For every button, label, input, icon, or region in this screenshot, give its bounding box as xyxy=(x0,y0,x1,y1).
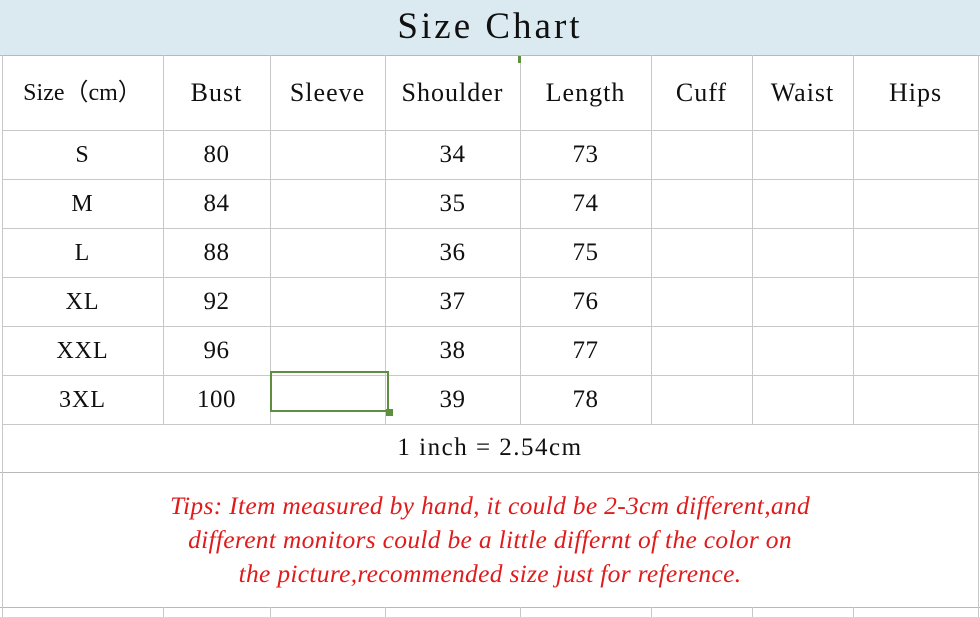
table-row[interactable] xyxy=(651,179,752,228)
tips-line-1: Tips: Item measured by hand, it could be… xyxy=(169,490,811,520)
table-row[interactable]: 74 xyxy=(520,179,651,228)
table-row[interactable]: 78 xyxy=(520,375,651,424)
table-row[interactable] xyxy=(651,375,752,424)
table-row[interactable] xyxy=(651,326,752,375)
table-row[interactable]: 3XL xyxy=(2,375,163,424)
table-row[interactable] xyxy=(270,228,385,277)
table-row[interactable] xyxy=(853,277,978,326)
column-header-bust[interactable]: Bust xyxy=(163,55,270,130)
cell-selection-outline[interactable] xyxy=(270,371,389,412)
table-row[interactable] xyxy=(752,326,853,375)
gridline-v-trailing-4 xyxy=(520,607,521,617)
page-title: Size Chart xyxy=(397,5,583,47)
table-row[interactable]: 37 xyxy=(385,277,520,326)
table-row[interactable] xyxy=(752,179,853,228)
tips-line-3: the picture,recommended size just for re… xyxy=(238,558,742,588)
table-row[interactable]: 75 xyxy=(520,228,651,277)
table-row[interactable] xyxy=(270,277,385,326)
gridline-v-trailing-3 xyxy=(385,607,386,617)
column-header-sleeve[interactable]: Sleeve xyxy=(270,55,385,130)
selection-marker-tick xyxy=(518,56,521,63)
gridline-v-trailing-2 xyxy=(270,607,271,617)
gridline-v-tips-right xyxy=(978,472,979,607)
table-row[interactable] xyxy=(853,228,978,277)
column-header-shoulder[interactable]: Shoulder xyxy=(385,55,520,130)
table-row[interactable]: 88 xyxy=(163,228,270,277)
table-row[interactable] xyxy=(752,130,853,179)
column-header-waist[interactable]: Waist xyxy=(752,55,853,130)
table-row[interactable] xyxy=(853,375,978,424)
table-row[interactable]: 84 xyxy=(163,179,270,228)
tips-line-2: different monitors could be a little dif… xyxy=(188,524,792,554)
table-row[interactable] xyxy=(853,130,978,179)
table-row[interactable]: S xyxy=(2,130,163,179)
conversion-note: 1 inch = 2.54cm xyxy=(397,434,583,461)
table-row[interactable] xyxy=(270,130,385,179)
table-row[interactable] xyxy=(853,179,978,228)
table-row[interactable]: 92 xyxy=(163,277,270,326)
gridline-v-trailing-6 xyxy=(752,607,753,617)
gridline-v-8 xyxy=(978,55,979,424)
table-row[interactable] xyxy=(752,375,853,424)
table-row[interactable] xyxy=(853,326,978,375)
gridline-h-tips-bottom xyxy=(0,607,980,608)
table-row[interactable] xyxy=(651,228,752,277)
table-row[interactable]: 34 xyxy=(385,130,520,179)
table-row[interactable]: 77 xyxy=(520,326,651,375)
column-header-hips[interactable]: Hips xyxy=(853,55,978,130)
table-row[interactable]: XXL xyxy=(2,326,163,375)
size-chart-sheet: Size Chart Size（cm） Bust Sleeve Shoulder… xyxy=(0,0,980,617)
table-row[interactable]: XL xyxy=(2,277,163,326)
table-row[interactable] xyxy=(651,277,752,326)
gridline-v-trailing-5 xyxy=(651,607,652,617)
table-row[interactable] xyxy=(270,326,385,375)
gridline-v-trailing-8 xyxy=(978,607,979,617)
cell-selection-fill-handle[interactable] xyxy=(386,409,393,416)
column-header-cuff[interactable]: Cuff xyxy=(651,55,752,130)
table-row[interactable] xyxy=(752,277,853,326)
table-row[interactable]: 76 xyxy=(520,277,651,326)
table-row[interactable] xyxy=(651,130,752,179)
table-row[interactable]: 39 xyxy=(385,375,520,424)
table-row[interactable]: 73 xyxy=(520,130,651,179)
table-row[interactable]: 80 xyxy=(163,130,270,179)
column-header-length[interactable]: Length xyxy=(520,55,651,130)
gridline-v-trailing-0 xyxy=(2,607,3,617)
table-row[interactable]: 35 xyxy=(385,179,520,228)
tips-block: Tips: Item measured by hand, it could be… xyxy=(2,472,978,607)
gridline-v-trailing-1 xyxy=(163,607,164,617)
table-row[interactable]: 96 xyxy=(163,326,270,375)
table-row[interactable]: M xyxy=(2,179,163,228)
table-row[interactable]: L xyxy=(2,228,163,277)
table-row[interactable]: 36 xyxy=(385,228,520,277)
gridline-v-inch-right xyxy=(978,424,979,472)
table-row[interactable] xyxy=(752,228,853,277)
column-header-size[interactable]: Size（cm） xyxy=(2,55,163,130)
table-row[interactable]: 100 xyxy=(163,375,270,424)
table-row[interactable]: 38 xyxy=(385,326,520,375)
gridline-v-trailing-7 xyxy=(853,607,854,617)
table-row[interactable] xyxy=(270,179,385,228)
